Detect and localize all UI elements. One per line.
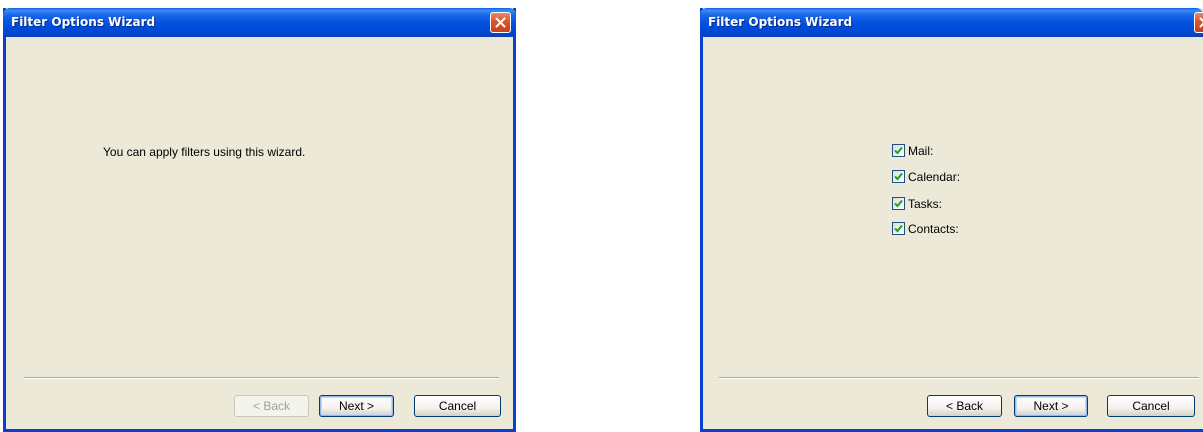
separator	[24, 377, 499, 379]
cancel-button[interactable]: Cancel	[1107, 395, 1195, 417]
contacts-label: Contacts:	[908, 222, 959, 236]
tasks-checkbox[interactable]	[892, 197, 905, 210]
back-button[interactable]: < Back	[234, 395, 309, 417]
checkmark-icon	[894, 146, 903, 155]
next-button[interactable]: Next >	[1014, 395, 1088, 417]
next-button[interactable]: Next >	[319, 395, 394, 417]
intro-text: You can apply filters using this wizard.	[103, 145, 306, 159]
close-icon	[495, 17, 506, 28]
back-button[interactable]: < Back	[927, 395, 1002, 417]
window-title: Filter Options Wizard	[708, 15, 853, 29]
checkmark-icon	[894, 199, 903, 208]
wizard-dialog-filters: Filter Options Wizard Mail: Calendar: Ta…	[700, 8, 1203, 432]
mail-checkbox[interactable]	[892, 144, 905, 157]
checkmark-icon	[894, 172, 903, 181]
wizard-dialog-intro: Filter Options Wizard You can apply filt…	[3, 8, 516, 432]
checkmark-icon	[894, 224, 903, 233]
window-title: Filter Options Wizard	[11, 15, 156, 29]
contacts-checkbox[interactable]	[892, 222, 905, 235]
title-bar[interactable]: Filter Options Wizard	[3, 8, 516, 37]
cancel-button[interactable]: Cancel	[414, 395, 501, 417]
close-icon	[1199, 17, 1203, 28]
separator	[719, 377, 1199, 379]
wizard-body: You can apply filters using this wizard.…	[6, 37, 513, 429]
tasks-label: Tasks:	[908, 197, 943, 211]
calendar-checkbox[interactable]	[892, 170, 905, 183]
mail-label: Mail:	[908, 144, 934, 158]
close-button[interactable]	[1194, 12, 1203, 33]
close-button[interactable]	[490, 12, 511, 33]
wizard-body: Mail: Calendar: Tasks: Contacts: < Back …	[703, 37, 1203, 429]
calendar-label: Calendar:	[908, 170, 961, 184]
title-bar[interactable]: Filter Options Wizard	[700, 8, 1203, 37]
